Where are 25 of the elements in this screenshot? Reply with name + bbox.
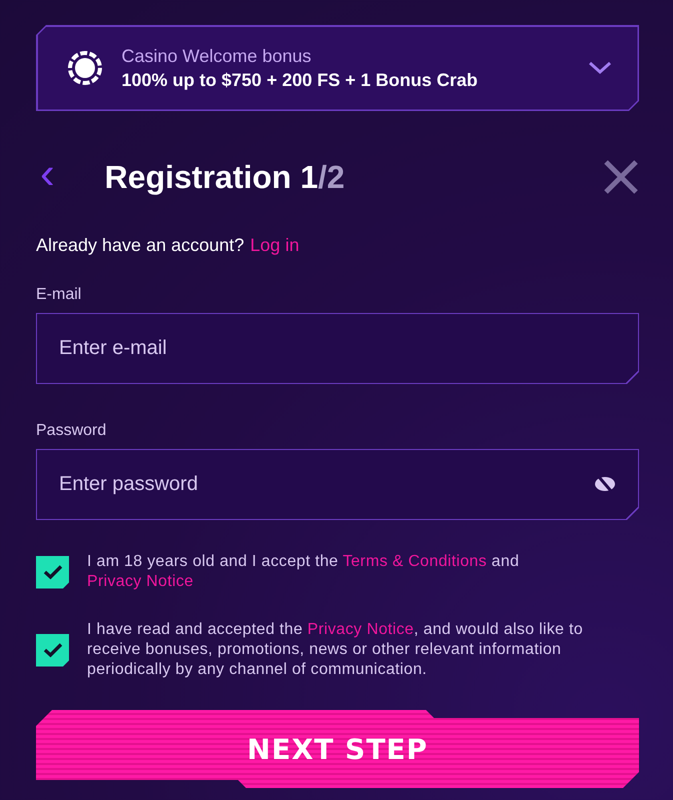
consent-text: I have read and accepted the Privacy Notice, and would also like to receive bonuses, promotions, news or other relevant information periodically by any channel of communication. bbox=[87, 620, 584, 680]
login-prompt: Already have an account? bbox=[36, 235, 244, 256]
consent-link[interactable]: Privacy Notice bbox=[87, 573, 194, 590]
login-link[interactable]: Log in bbox=[250, 235, 300, 256]
checkmark-icon bbox=[42, 564, 62, 580]
close-button[interactable] bbox=[603, 159, 639, 195]
checkbox[interactable] bbox=[36, 556, 69, 588]
next-step-button[interactable]: NEXT STEP bbox=[36, 710, 639, 788]
bonus-offer: 100% up to $750 + 200 FS + 1 Bonus Crab bbox=[122, 70, 479, 90]
chevron-icon bbox=[588, 61, 612, 75]
password-field[interactable]: Enter password bbox=[36, 449, 639, 520]
field-label: Password bbox=[36, 422, 108, 440]
field-label: E-mail bbox=[36, 286, 82, 304]
consent-text: I am 18 years old and I accept the Terms & Conditions and Privacy Notice bbox=[87, 552, 520, 592]
email-field[interactable]: Enter e-mail bbox=[36, 313, 639, 384]
back-button[interactable]: ‹ bbox=[36, 152, 63, 202]
bonus-dropdown[interactable]: Casino Welcome bonus 100% up to $750 + 200 FS + 1 Bonus Crab bbox=[36, 25, 639, 111]
bonus-title: Casino Welcome bonus bbox=[122, 46, 312, 66]
eye-slash-icon[interactable] bbox=[593, 475, 617, 493]
consent-link[interactable]: Terms & Conditions bbox=[342, 553, 487, 570]
casino-chip-icon bbox=[68, 51, 102, 85]
checkmark-icon bbox=[42, 642, 62, 658]
consent-link[interactable]: Privacy Notice bbox=[307, 621, 414, 638]
checkbox[interactable] bbox=[36, 634, 69, 666]
page-title: Registration 1/2 bbox=[104, 158, 346, 196]
